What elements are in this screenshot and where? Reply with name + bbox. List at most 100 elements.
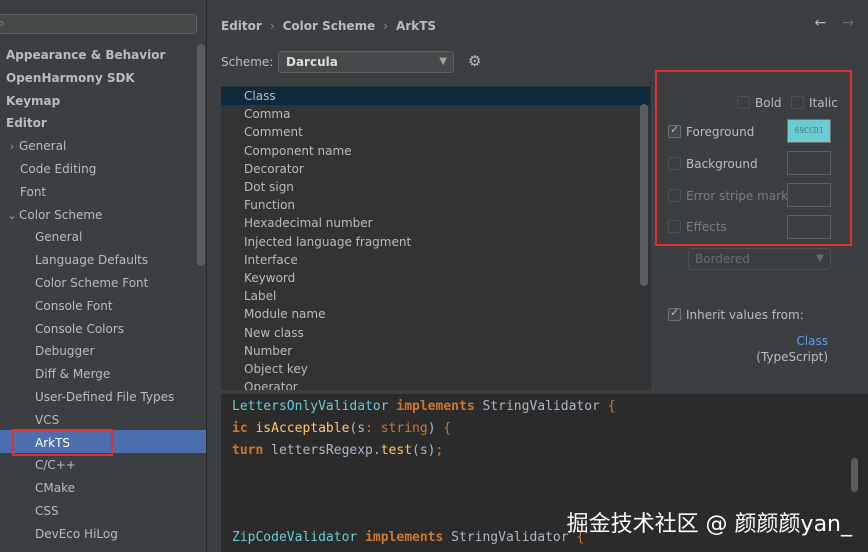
tree-item[interactable]: Font xyxy=(20,181,46,203)
element-list-item[interactable]: Comment xyxy=(221,123,650,141)
tree-item-label: Font xyxy=(20,184,47,199)
element-list-item[interactable]: Component name xyxy=(221,142,650,160)
tree-item-label: CSS xyxy=(35,504,59,518)
tree-item-label: Console Font xyxy=(35,298,113,313)
navigation-arrows: ← → xyxy=(799,15,854,31)
code-line-4: ZipCodeValidator implements StringValida… xyxy=(232,527,584,549)
breadcrumb: Editor › Color Scheme › ArkTS xyxy=(221,16,436,36)
brace: { xyxy=(443,421,452,436)
settings-tree-panel: ⌕ Appearance & Behavior OpenHarmony SDK Ke… xyxy=(0,0,206,552)
class-name: ZipCodeValidator xyxy=(232,530,358,545)
interface-name: StringValidator xyxy=(482,399,600,414)
breadcrumb-editor[interactable]: Editor xyxy=(221,19,262,33)
search-input[interactable]: ⌕ xyxy=(0,14,197,34)
gear-icon[interactable]: ⚙ xyxy=(468,52,481,70)
element-list-item[interactable]: Injected language fragment xyxy=(221,233,650,251)
chevron-down-icon: ▼ xyxy=(439,56,447,67)
tree-item[interactable]: VCS xyxy=(35,409,59,431)
preview-scrollbar[interactable] xyxy=(851,458,858,492)
element-list-item[interactable]: Comma xyxy=(221,105,650,123)
tree-item[interactable]: Language Defaults xyxy=(35,249,148,271)
element-list-item[interactable]: Module name xyxy=(221,305,650,323)
parameter: s xyxy=(357,421,366,436)
element-list: Class Comma Comment Component name Decorator… xyxy=(221,86,650,390)
element-list-item[interactable]: Dot sign xyxy=(221,178,650,196)
inherit-label: Inherit values from: xyxy=(686,308,804,322)
effects-type-dropdown[interactable]: Bordered ▼ xyxy=(688,248,831,270)
brace: { xyxy=(607,399,616,414)
breadcrumb-arkts: ArkTS xyxy=(396,19,437,33)
tree-item-label: DevEco HiLog xyxy=(35,526,118,541)
tree-item-label: Language Defaults xyxy=(35,253,149,268)
tree-item[interactable]: Console Font xyxy=(35,295,113,317)
chevron-right-icon[interactable]: › xyxy=(5,136,19,158)
element-list-item[interactable]: Label xyxy=(221,287,650,305)
tree-item-label: Appearance & Behavior xyxy=(6,48,166,62)
tree-item[interactable]: Editor xyxy=(6,112,47,134)
interface-name: StringValidator xyxy=(451,530,569,545)
element-list-item[interactable]: Number xyxy=(221,342,650,360)
type-keyword: string xyxy=(380,421,428,436)
tree-item[interactable]: Appearance & Behavior xyxy=(6,44,165,66)
element-list-item[interactable]: Decorator xyxy=(221,160,650,178)
tree-item-label: User-Defined File Types xyxy=(35,390,175,404)
tree-item-label: OpenHarmony SDK xyxy=(6,70,135,85)
arguments: (s) xyxy=(412,443,436,458)
element-list-item[interactable]: Keyword xyxy=(221,269,650,287)
tree-item[interactable]: User-Defined File Types xyxy=(35,386,174,408)
back-arrow-icon[interactable]: ← xyxy=(815,15,827,31)
scheme-dropdown[interactable]: Darcula ▼ xyxy=(278,51,454,73)
element-list-item[interactable]: Hexadecimal number xyxy=(221,214,650,232)
tree-item-label: Editor xyxy=(6,116,47,131)
tree-item-label: CMake xyxy=(35,481,75,496)
inherit-checkbox[interactable] xyxy=(668,306,681,321)
tree-item-label: Color Scheme xyxy=(19,207,103,222)
watermark: 掘金技术社区 @ 颜颜颜yan_ xyxy=(566,512,852,537)
tree-item[interactable]: Code Editing xyxy=(20,158,96,180)
tree-item[interactable]: C/C++ xyxy=(35,454,76,476)
tree-item[interactable]: CMake xyxy=(35,477,75,499)
scheme-label: Scheme: xyxy=(221,55,274,69)
tree-item[interactable]: Console Colors xyxy=(35,318,124,340)
tree-item[interactable]: › General xyxy=(5,135,67,158)
breadcrumb-separator: › xyxy=(383,19,389,33)
element-list-scrollbar[interactable] xyxy=(640,104,648,286)
tree-item[interactable]: CSS xyxy=(35,500,59,522)
tree-item[interactable]: Debugger xyxy=(35,340,94,362)
tree-item[interactable]: General xyxy=(35,226,82,248)
tree-item[interactable]: ⌄ Color Scheme xyxy=(5,204,102,226)
element-list-item[interactable]: Interface xyxy=(221,251,650,269)
element-list-item[interactable]: Function xyxy=(221,196,650,214)
highlight-box-attributes xyxy=(655,70,852,246)
chevron-down-icon[interactable]: ⌄ xyxy=(5,205,19,227)
breadcrumb-color-scheme[interactable]: Color Scheme xyxy=(283,19,376,33)
code-line-2: ic isAcceptable(s: string) { xyxy=(232,418,451,440)
keyword: turn xyxy=(232,443,264,458)
element-list-item[interactable]: New class xyxy=(221,324,650,342)
tree-scrollbar[interactable] xyxy=(197,44,205,266)
tree-item-label: Console Colors xyxy=(35,321,125,336)
tree-item-label: Color Scheme Font xyxy=(35,276,149,290)
tree-item-label: VCS xyxy=(35,412,60,427)
list-attributes-divider xyxy=(650,82,651,394)
tree-item[interactable]: Diff & Merge xyxy=(35,363,110,385)
forward-arrow-icon[interactable]: → xyxy=(842,15,854,31)
paren: ) xyxy=(427,421,436,436)
tree-item[interactable]: Keymap xyxy=(6,90,60,112)
tree-item[interactable]: OpenHarmony SDK xyxy=(6,67,135,89)
keyword: implements xyxy=(365,530,444,545)
tree-item-label: C/C++ xyxy=(35,458,76,473)
tree-item[interactable]: Color Scheme Font xyxy=(35,272,148,294)
tree-item-label: Code Editing xyxy=(20,162,97,176)
element-list-item[interactable]: Class xyxy=(221,87,650,105)
semicolon: ; xyxy=(435,443,444,458)
chevron-down-icon: ▼ xyxy=(816,253,824,264)
code-line-1: LettersOnlyValidator implements StringVa… xyxy=(232,396,616,418)
tree-item[interactable]: DevEco HiLog xyxy=(35,523,118,545)
method-call: test xyxy=(380,443,413,458)
element-list-item[interactable]: Operator xyxy=(221,378,650,390)
tree-item-label: Diff & Merge xyxy=(35,367,111,382)
element-list-item[interactable]: Object key xyxy=(221,360,650,378)
breadcrumb-separator: › xyxy=(269,19,275,33)
inherit-source-link[interactable]: Class xyxy=(796,334,828,348)
